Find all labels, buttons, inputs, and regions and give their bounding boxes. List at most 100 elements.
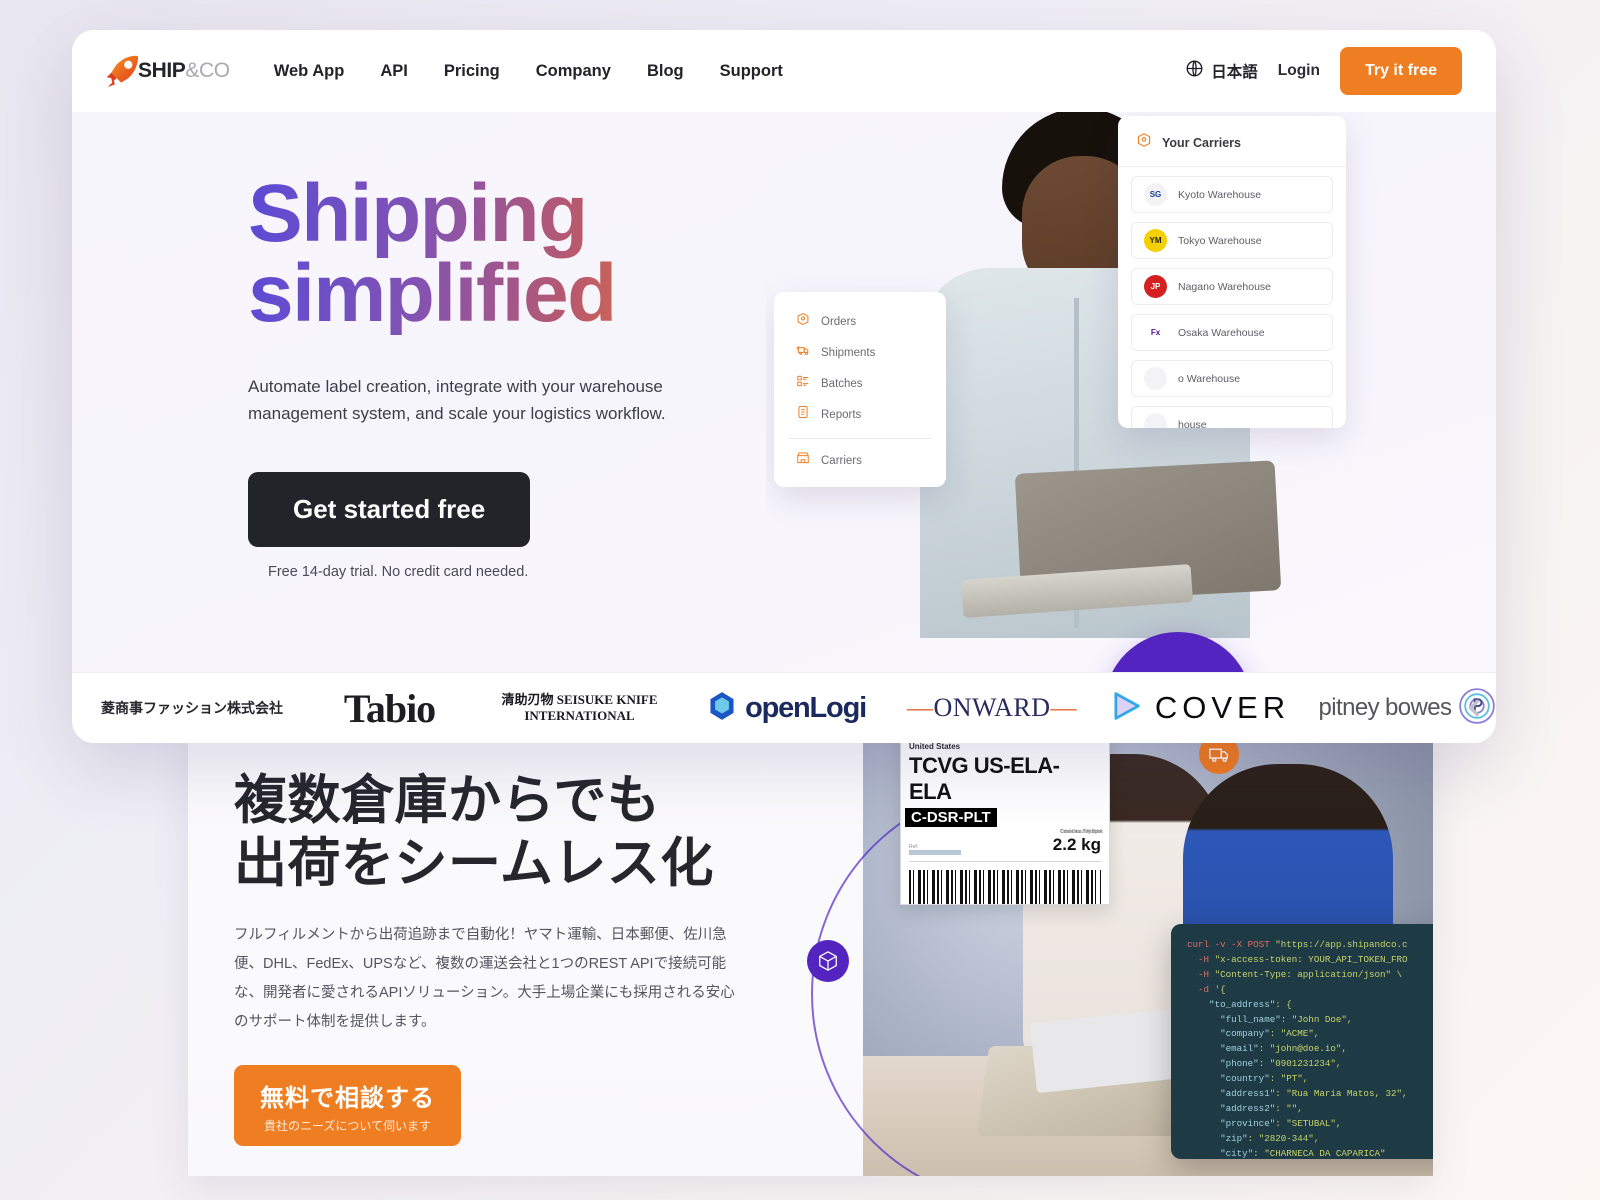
language-switcher[interactable]: 日本語 [1185, 59, 1258, 83]
code-line: "to_address": { [1187, 998, 1292, 1010]
japanese-consult-button-sublabel: 貴社のニーズについて伺います [263, 1119, 432, 1134]
openlogi-hex-icon [708, 691, 736, 726]
shipping-label-contents: Contents: Toy,Book [1060, 829, 1103, 835]
hero-body: Shipping simplified Automate label creat… [72, 112, 1496, 672]
menu-divider [788, 438, 932, 439]
carrier-label: o Warehouse [1178, 372, 1241, 385]
japanese-section-visual: United States TCVG US-ELA-ELA C-DSR-PLT … [793, 724, 1433, 1176]
nav-link-pricing[interactable]: Pricing [444, 62, 500, 81]
try-it-free-button[interactable]: Try it free [1339, 47, 1462, 95]
orders-icon [796, 312, 810, 331]
menu-item-orders[interactable]: Orders [774, 306, 946, 337]
code-line: curl -v -X POST "https://app.shipandco.c [1187, 939, 1408, 950]
japanese-section-title: 複数倉庫からでも 出荷をシームレス化 [234, 771, 714, 893]
japanese-section: 複数倉庫からでも 出荷をシームレス化 フルフィルメントから出荷追跡まで自動化！ヤ… [188, 724, 1433, 1176]
shipping-label-ref: Ref: [909, 844, 961, 855]
carrier-logo-japanpost: JP [1144, 275, 1167, 298]
hero-text-block: Shipping simplified Automate label creat… [248, 173, 808, 580]
menu-item-shipments[interactable]: Shipments [774, 337, 946, 368]
shipping-label-service-code: C-DSR-PLT [905, 808, 997, 827]
code-line: "address1": "Rua Maria Matos, 32", [1187, 1088, 1408, 1100]
shipping-label-divider [909, 861, 1101, 862]
menu-item-carriers[interactable]: Carriers [774, 445, 946, 476]
hero-subtitle: Automate label creation, integrate with … [248, 376, 666, 424]
shipping-label-country: United States [909, 742, 961, 751]
carrier-logo-yamato: YM [1144, 229, 1167, 252]
code-line: "phone": "0901231234", [1187, 1058, 1342, 1070]
globe-icon [1185, 59, 1204, 83]
carrier-row[interactable]: Fx Osaka Warehouse [1131, 314, 1333, 351]
carrier-logo-fedex: Fx [1144, 321, 1167, 344]
carrier-row[interactable]: house [1131, 406, 1333, 428]
menu-item-label: Carriers [821, 454, 862, 467]
nav-link-api[interactable]: API [380, 62, 408, 81]
carrier-logo-sagawa: SG [1144, 183, 1167, 206]
carrier-label: Osaka Warehouse [1178, 326, 1265, 339]
carrier-row[interactable]: YM Tokyo Warehouse [1131, 222, 1333, 259]
customer-logo-tabio: Tabio [343, 685, 436, 731]
customer-logo-openlogi: openLogi [745, 691, 867, 724]
japanese-section-content: 複数倉庫からでも 出荷をシームレス化 フルフィルメントから出荷追跡まで自動化！ヤ… [234, 770, 794, 1147]
menu-item-label: Orders [821, 315, 857, 328]
code-line: "email": "john@doe.io", [1187, 1043, 1347, 1055]
shipping-label-code: TCVG US-ELA-ELA [909, 753, 1060, 804]
carrier-label: Tokyo Warehouse [1178, 234, 1262, 247]
your-carriers-header: Your Carriers [1118, 116, 1346, 167]
loved-badge-line1: LOVED BY [1142, 669, 1213, 672]
code-line: "province": "SETUBAL", [1187, 1117, 1342, 1129]
japanese-consult-button-label: 無料で相談する [260, 1085, 435, 1113]
document-icon [796, 405, 810, 424]
hero-trial-note: Free 14-day trial. No credit card needed… [268, 563, 529, 580]
logo-text-co: &CO [185, 59, 230, 82]
your-carriers-card: Your Carriers SG Kyoto Warehouse YM Toky… [1118, 116, 1346, 428]
app-menu-card: Orders Shipments Batches Reports Carrier… [774, 292, 946, 487]
package-icon [1136, 132, 1152, 153]
carrier-label: Kyoto Warehouse [1178, 188, 1262, 201]
store-icon [796, 451, 810, 470]
menu-item-reports[interactable]: Reports [774, 399, 946, 430]
carrier-label: Nagano Warehouse [1178, 280, 1272, 293]
get-started-free-button[interactable]: Get started free [248, 471, 531, 547]
carrier-logo-5 [1144, 367, 1167, 390]
nav-link-web-app[interactable]: Web App [274, 62, 345, 81]
shipping-label: United States TCVG US-ELA-ELA C-DSR-PLT … [900, 724, 1110, 905]
customer-logo-onward: — ONWARD — [906, 693, 1078, 722]
code-line: "country": "PT", [1187, 1073, 1309, 1085]
menu-item-label: Shipments [821, 346, 876, 359]
language-label: 日本語 [1211, 64, 1258, 81]
customer-logo-seisuke-knife: 清助刃物 SEISUKE KNIFE INTERNATIONAL [501, 691, 658, 723]
carrier-row[interactable]: o Warehouse [1131, 360, 1333, 397]
japanese-section-body: フルフィルメントから出荷追跡まで自動化！ヤマト運輸、日本郵便、佐川急便、DHL、… [234, 927, 735, 1031]
login-link[interactable]: Login [1278, 62, 1320, 80]
menu-item-label: Reports [821, 408, 862, 421]
carrier-logo-6 [1144, 413, 1167, 428]
code-line: "zip": "2820-344", [1187, 1132, 1320, 1144]
code-line: "company": "ACME", [1187, 1028, 1320, 1040]
rocket-icon [104, 54, 140, 88]
hero-visual: Orders Shipments Batches Reports Carrier… [766, 112, 1496, 672]
barcode [909, 870, 1101, 904]
code-line: "address2": "", [1187, 1102, 1303, 1114]
nav-link-company[interactable]: Company [536, 62, 611, 81]
customer-logo-cover: COVER [1154, 690, 1291, 725]
carrier-row[interactable]: SG Kyoto Warehouse [1131, 176, 1333, 213]
carousel-next-icon[interactable] [1462, 695, 1488, 721]
logo-text: SHIP&CO [138, 59, 230, 83]
list-icon [796, 374, 810, 393]
page-title: Shipping simplified [248, 173, 808, 335]
truck-icon [796, 343, 810, 362]
japanese-consult-button[interactable]: 無料で相談する 貴社のニーズについて伺います [234, 1065, 461, 1147]
code-line: -H "Content-Type: application/json" \ [1187, 968, 1403, 980]
your-carriers-title: Your Carriers [1162, 135, 1241, 150]
nav-link-support[interactable]: Support [720, 62, 783, 81]
menu-item-label: Batches [821, 377, 863, 390]
nav-link-blog[interactable]: Blog [647, 62, 684, 81]
menu-item-batches[interactable]: Batches [774, 368, 946, 399]
carrier-row[interactable]: JP Nagano Warehouse [1131, 268, 1333, 305]
customer-logo-strip: 菱商事ファッション株式会社 Tabio 清助刃物 SEISUKE KNIFE I… [72, 672, 1496, 743]
cover-play-icon [1109, 689, 1143, 728]
code-line: -H "x-access-token: YOUR_API_TOKEN_FRO [1187, 953, 1408, 965]
nav-right: 日本語 Login Try it free [1185, 47, 1462, 95]
logo[interactable]: SHIP&CO [104, 54, 230, 88]
customer-logo-mitsubishi: 菱商事ファッション株式会社 [101, 700, 283, 716]
